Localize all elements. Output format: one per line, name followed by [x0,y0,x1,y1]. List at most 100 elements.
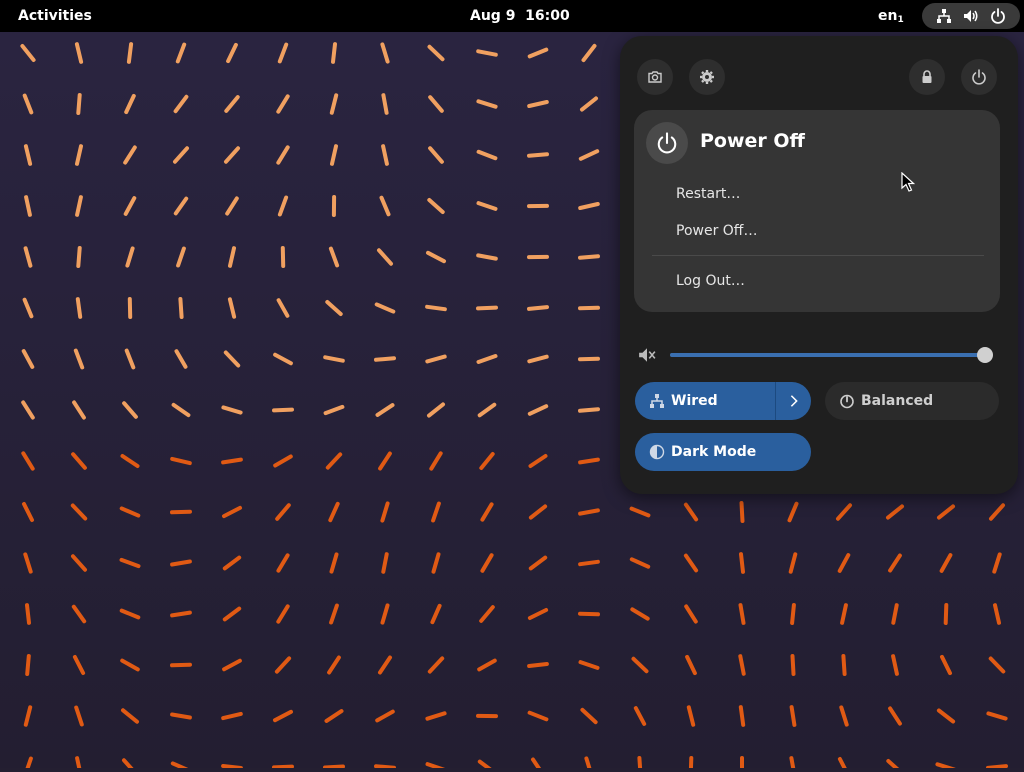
wallpaper-stroke [529,102,547,106]
wired-toggle-main[interactable]: Wired [635,382,775,420]
wallpaper-stroke [478,101,495,106]
wallpaper-stroke [942,657,950,673]
wallpaper-stroke [377,712,393,721]
keyboard-layout-indicator[interactable]: en1 [870,5,912,27]
wallpaper-stroke [632,559,648,566]
wallpaper-stroke [329,658,339,673]
wallpaper-stroke [230,248,234,266]
wallpaper-stroke [332,95,336,112]
wallpaper-stroke [740,656,743,674]
wallpaper-stroke [77,146,81,164]
wallpaper-stroke [333,44,335,62]
wallpaper-stroke [427,357,444,362]
power-icon [656,132,678,154]
wallpaper-stroke [278,606,287,621]
wallpaper-stroke [172,715,190,718]
wallpaper-stroke [530,406,546,414]
wallpaper-stroke [382,198,389,215]
log-out-menu-item[interactable]: Log Out… [654,265,980,297]
wallpaper-stroke [27,656,29,674]
menu-divider [652,255,984,256]
wallpaper-stroke [122,661,138,670]
settings-button[interactable] [689,59,725,95]
power-off-menu-item[interactable]: Power Off… [654,215,980,247]
volume-slider[interactable] [670,353,986,357]
wallpaper-stroke [24,504,32,520]
wired-toggle[interactable]: Wired [635,382,811,420]
wallpaper-stroke [23,402,33,417]
wallpaper-stroke [478,308,496,309]
wallpaper-stroke [226,353,238,366]
wallpaper-stroke [326,407,343,413]
wallpaper-stroke [25,96,32,113]
wallpaper-stroke [890,708,900,723]
wallpaper-stroke [74,402,84,417]
wallpaper-stroke [278,96,287,111]
wallpaper-stroke [180,299,181,317]
screenshot-icon [647,69,663,85]
power-off-submenu: Power Off Restart… Power Off… Log Out… [634,110,1000,312]
keyboard-layout-index: 1 [897,15,903,25]
power-mode-toggle[interactable]: Balanced [825,382,999,420]
wallpaper-stroke [988,713,1005,718]
wallpaper-stroke [529,307,547,309]
wallpaper-stroke [632,509,649,516]
wallpaper-stroke [225,609,239,620]
system-status-area[interactable] [922,3,1020,29]
wallpaper-stroke [376,358,394,360]
wallpaper-stroke [479,152,496,158]
clock[interactable]: Aug 9 16:00 [460,5,580,27]
chevron-right-icon [787,394,801,408]
wallpaper-stroke [75,657,83,673]
screenshot-button[interactable] [637,59,673,95]
wallpaper-stroke [280,45,286,62]
wallpaper-stroke [382,503,387,520]
wallpaper-stroke [790,504,797,521]
wallpaper-stroke [331,249,337,266]
wallpaper-stroke [127,351,134,368]
wallpaper-stroke [172,512,190,513]
wallpaper-stroke [277,505,289,519]
lock-screen-button[interactable] [909,59,945,95]
wallpaper-stroke [530,610,546,618]
power-icon [971,69,987,85]
wallpaper-stroke [478,255,496,258]
wallpaper-stroke [888,761,901,768]
wallpaper-stroke [178,45,184,62]
volume-muted-icon[interactable] [638,346,656,364]
wired-menu-arrow[interactable] [775,382,811,420]
activities-button[interactable]: Activities [8,5,102,27]
wallpaper-stroke [176,199,186,214]
wallpaper-stroke [77,758,81,768]
wallpaper-stroke [480,405,495,416]
restart-menu-item[interactable]: Restart… [654,178,980,210]
wallpaper-stroke [78,95,79,113]
network-wired-icon [649,393,665,409]
wallpaper-stroke [230,299,234,316]
wallpaper-stroke [332,554,337,571]
wallpaper-stroke [529,357,546,362]
wallpaper-stroke [580,614,598,615]
dark-mode-toggle[interactable]: Dark Mode [635,433,811,471]
wallpaper-stroke [226,97,237,111]
wired-toggle-label: Wired [671,393,718,409]
wallpaper-stroke [428,764,445,768]
wallpaper-stroke [26,197,30,215]
wallpaper-stroke [24,351,33,367]
wallpaper-stroke [223,714,241,718]
power-submenu-title: Power Off [700,130,805,152]
wallpaper-stroke [792,707,795,725]
volume-slider-handle[interactable] [977,347,993,363]
wallpaper-stroke [275,457,291,466]
wallpaper-stroke [382,44,387,61]
wallpaper-stroke [274,410,292,411]
wallpaper-stroke [686,606,696,621]
wallpaper-stroke [431,453,440,468]
power-menu-button[interactable] [961,59,997,95]
wallpaper-stroke [73,506,85,519]
wallpaper-stroke [529,664,547,666]
wallpaper-stroke [840,555,849,571]
wallpaper-stroke [430,97,442,111]
wallpaper-stroke [531,558,545,569]
wallpaper-stroke [23,453,32,468]
